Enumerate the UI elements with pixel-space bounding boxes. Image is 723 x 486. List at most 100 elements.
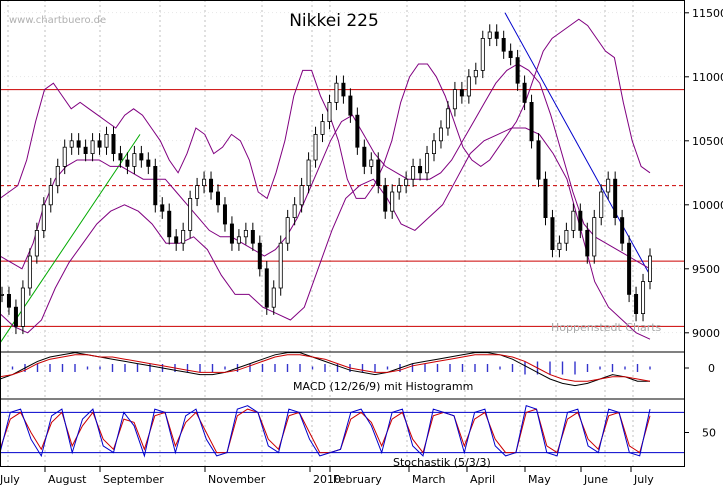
price-candle [641, 281, 646, 315]
price-candle [522, 82, 527, 103]
x-tick-label: November [208, 473, 266, 486]
price-candle [466, 76, 471, 97]
price-candle [118, 153, 123, 161]
stochastic-label: Stochastik (5/3/3) [393, 456, 491, 469]
price-candle [334, 82, 339, 103]
stochastic-50-label: 50 [702, 427, 716, 440]
x-tick-label: February [333, 473, 382, 486]
price-candle [160, 204, 165, 212]
y-tick-label: 10000 [692, 199, 723, 212]
price-candle [543, 178, 548, 218]
stochastic-d-line [0, 408, 651, 454]
price-candle [341, 82, 346, 97]
price-candle [222, 204, 227, 225]
price-candle [243, 229, 248, 238]
price-candle [111, 133, 116, 154]
price-candle [550, 217, 555, 251]
price-candle [585, 229, 590, 257]
price-candle [6, 293, 11, 308]
price-candle [473, 70, 478, 78]
price-candle [327, 102, 332, 123]
price-candle [153, 165, 158, 206]
price-candle [592, 217, 597, 257]
y-tick-label: 9500 [692, 263, 720, 276]
price-candle [452, 89, 457, 110]
price-candle [292, 204, 297, 219]
price-candle [362, 146, 367, 167]
price-candle [167, 210, 172, 238]
price-candle [125, 159, 130, 167]
price-candle [320, 121, 325, 135]
price-candle [515, 57, 520, 84]
price-candle [202, 178, 207, 186]
x-tick-label: September [103, 473, 164, 486]
macd-label: MACD (12/26/9) mit Histogramm [293, 380, 473, 393]
price-candle [313, 133, 318, 161]
price-candle [146, 159, 151, 167]
x-tick-label: July [0, 473, 20, 486]
price-candle [606, 178, 611, 193]
price-candle [278, 242, 283, 289]
price-candle [348, 95, 353, 116]
price-candle [397, 185, 402, 193]
macd-zero-label: 0 [708, 362, 715, 375]
price-candle [390, 191, 395, 212]
price-candle [236, 236, 241, 244]
price-candle [459, 89, 464, 97]
price-candle [431, 140, 436, 155]
price-candle [13, 306, 18, 327]
price-candle [376, 159, 381, 187]
price-candle [480, 38, 485, 71]
price-candle [501, 38, 506, 52]
stochastic-layer [0, 405, 684, 458]
price-candle [494, 31, 499, 39]
price-candle [215, 191, 220, 206]
price-candle [355, 114, 360, 148]
nikkei-chart: July August September November 2010February M… [0, 0, 723, 486]
price-candle [557, 242, 562, 250]
credit-label: Hoppenstedt Charts [551, 321, 662, 334]
price-candle [306, 159, 311, 187]
price-candle [48, 185, 53, 206]
price-candle [620, 217, 625, 244]
price-candle [188, 197, 193, 231]
price-candle [285, 217, 290, 244]
price-candle [55, 165, 60, 186]
x-tick-label: July [633, 473, 654, 486]
watermark: www.chartbuero.de [9, 15, 106, 26]
price-candle [564, 229, 569, 244]
x-tick-label: April [470, 473, 495, 486]
price-candle [97, 140, 102, 148]
price-candle [599, 191, 604, 219]
stochastic-k-line [0, 405, 651, 458]
chart-title: Nikkei 225 [289, 11, 379, 31]
price-candle [418, 165, 423, 174]
price-candle [229, 223, 234, 244]
price-candle [404, 178, 409, 186]
price-candle [508, 50, 513, 59]
price-candle [195, 185, 200, 199]
downtrend-line [504, 12, 651, 276]
price-candle [634, 293, 639, 314]
price-candle [27, 255, 32, 289]
price-candle [132, 153, 137, 167]
price-candle [34, 229, 39, 257]
price-candle [41, 204, 46, 231]
x-tick-label: June [583, 473, 608, 486]
chart-stage: July August September November 2010 February M… [0, 0, 723, 486]
price-candle [181, 229, 186, 244]
price-candle [62, 146, 67, 167]
price-candle [76, 140, 81, 148]
y-tick-label: 11500 [692, 7, 723, 20]
price-candle [69, 140, 74, 148]
price-candle [571, 210, 576, 231]
price-candle [299, 185, 304, 206]
bollinger-upper [0, 18, 651, 200]
price-candle [383, 185, 388, 212]
price-candle [250, 229, 255, 244]
price-candle [445, 108, 450, 129]
price-candle [487, 31, 492, 39]
price-candle [90, 140, 95, 155]
price-bars [0, 24, 653, 335]
x-tick-label: August [48, 473, 87, 486]
